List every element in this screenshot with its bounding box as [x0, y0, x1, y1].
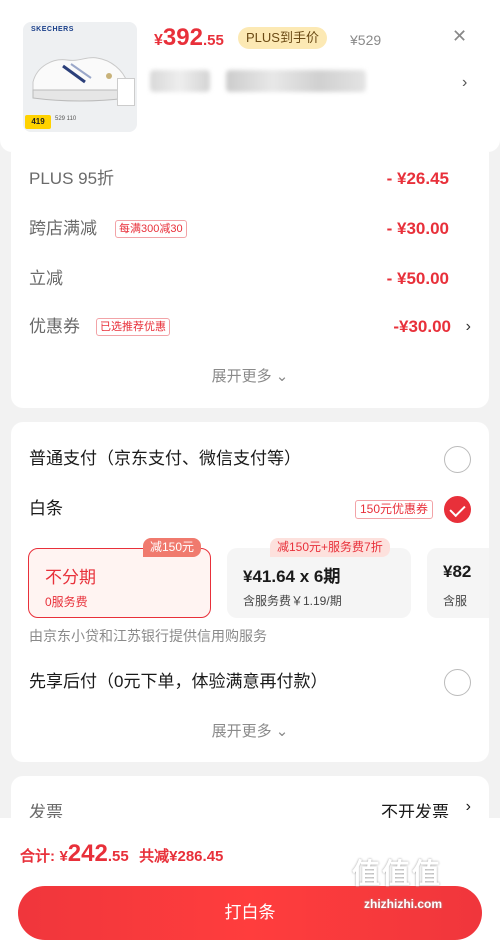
chevron-down-icon: ⌄ [275, 723, 289, 740]
baitiao-coupon-tag: 150元优惠券 [354, 500, 433, 519]
thumbnail-brand: SKECHERS [31, 26, 74, 33]
price-integer: 392 [162, 24, 203, 51]
payment-option-label: 普通支付（京东支付、微信支付等） [29, 449, 301, 468]
blurred-spec-1 [150, 70, 210, 92]
plan-no-installment[interactable]: 不分期 0服务费 [28, 548, 211, 618]
payment-option-baitiao[interactable]: 白条 150元优惠券 [29, 494, 471, 524]
expand-more-payment[interactable]: 展开更多 ⌄ [11, 720, 489, 741]
discount-row-coupon[interactable]: 优惠券 已选推荐优惠 -¥30.00 › [29, 312, 489, 342]
price-symbol: ¥ [154, 32, 163, 49]
original-price: ¥529 [350, 32, 382, 48]
radio-button[interactable] [444, 446, 471, 473]
discount-row-instant: 立减 - ¥50.00 [29, 264, 489, 294]
discount-value: - ¥30.00 [386, 219, 449, 238]
pay-with-baitiao-button[interactable]: 打白条 [18, 886, 482, 940]
total-saved: 共减¥286.45 [139, 848, 224, 865]
discount-row-cross-store: 跨店满减 每满300减30 - ¥30.00 [29, 214, 489, 244]
chevron-right-icon[interactable]: › [466, 798, 471, 816]
total-integer: 242 [67, 840, 108, 867]
thumbnail-price-badge: 419 [25, 115, 51, 129]
discount-tag: 已选推荐优惠 [96, 318, 170, 336]
radio-button[interactable] [444, 669, 471, 696]
plan-subtitle: 含服务费￥1.19/期 [243, 594, 342, 608]
total-symbol: ¥ [59, 848, 68, 865]
payment-option-label: 白条 [29, 499, 63, 518]
product-thumbnail[interactable]: SKECHERS 419 529 110 [23, 22, 137, 132]
plan-6-installments[interactable]: ¥41.64 x 6期 含服务费￥1.19/期 [227, 548, 411, 618]
plan-12-installments[interactable]: ¥82 含服 [427, 548, 489, 618]
discount-value: - ¥50.00 [386, 269, 449, 288]
close-icon[interactable]: ✕ [452, 26, 467, 47]
thumbnail-side-label [117, 78, 135, 106]
plan-subtitle: 0服务费 [45, 595, 88, 609]
installment-plans: 不分期 0服务费 ¥41.64 x 6期 含服务费￥1.19/期 ¥82 含服 [28, 548, 489, 618]
discount-value: - ¥26.45 [386, 169, 449, 188]
expand-more-discounts[interactable]: 展开更多 ⌄ [11, 365, 489, 386]
total-label: 合计: [20, 848, 55, 865]
price-decimal: .55 [202, 32, 224, 49]
plan-title: ¥41.64 x 6期 [243, 567, 341, 586]
product-price: ¥392.55 [154, 24, 224, 52]
discount-value: -¥30.00 [393, 317, 451, 336]
chevron-down-icon: ⌄ [275, 368, 289, 385]
check-icon[interactable] [444, 496, 471, 523]
chevron-right-icon[interactable]: › [462, 74, 467, 92]
product-header: SKECHERS 419 529 110 ¥392.55 PLUS到手价 ¥52… [0, 0, 500, 152]
thumbnail-mini-prices: 529 110 [55, 116, 77, 122]
plan-subtitle: 含服 [443, 594, 468, 608]
discount-label: 立减 [29, 269, 63, 288]
watermark-logo: 值值值 [352, 858, 443, 889]
plan-discount-ribbon: 减150元 [143, 538, 202, 557]
payment-card: 普通支付（京东支付、微信支付等） 白条 150元优惠券 不分期 0服务费 ¥41… [11, 422, 489, 762]
discount-row-plus: PLUS 95折 - ¥26.45 [29, 164, 489, 194]
discount-tag: 每满300减30 [115, 220, 187, 238]
discount-label: 优惠券 [29, 317, 80, 336]
payment-option-label: 先享后付（0元下单，体验满意再付款） [29, 672, 328, 691]
plan-discount-ribbon: 减150元+服务费7折 [270, 538, 390, 557]
plan-title: ¥82 [443, 562, 472, 581]
watermark-url: zhizhizhi.com [364, 897, 442, 911]
plus-price-tag: PLUS到手价 [238, 27, 327, 49]
payment-option-normal[interactable]: 普通支付（京东支付、微信支付等） [29, 444, 471, 474]
chevron-right-icon[interactable]: › [466, 312, 471, 342]
discount-label: 跨店满减 [29, 219, 97, 238]
credit-provider-note: 由京东小贷和江苏银行提供信用购服务 [29, 628, 267, 644]
discount-label: PLUS 95折 [29, 169, 115, 188]
payment-option-pay-later[interactable]: 先享后付（0元下单，体验满意再付款） [29, 667, 471, 697]
discount-card: PLUS 95折 - ¥26.45 跨店满减 每满300减30 - ¥30.00… [11, 152, 489, 408]
order-total: 合计: ¥242.55 共减¥286.45 [20, 840, 223, 868]
plan-title: 不分期 [45, 568, 96, 587]
expand-more-label: 展开更多 [211, 368, 272, 385]
total-decimal: .55 [107, 848, 129, 865]
blurred-spec-2 [226, 70, 366, 92]
expand-more-label: 展开更多 [211, 723, 272, 740]
